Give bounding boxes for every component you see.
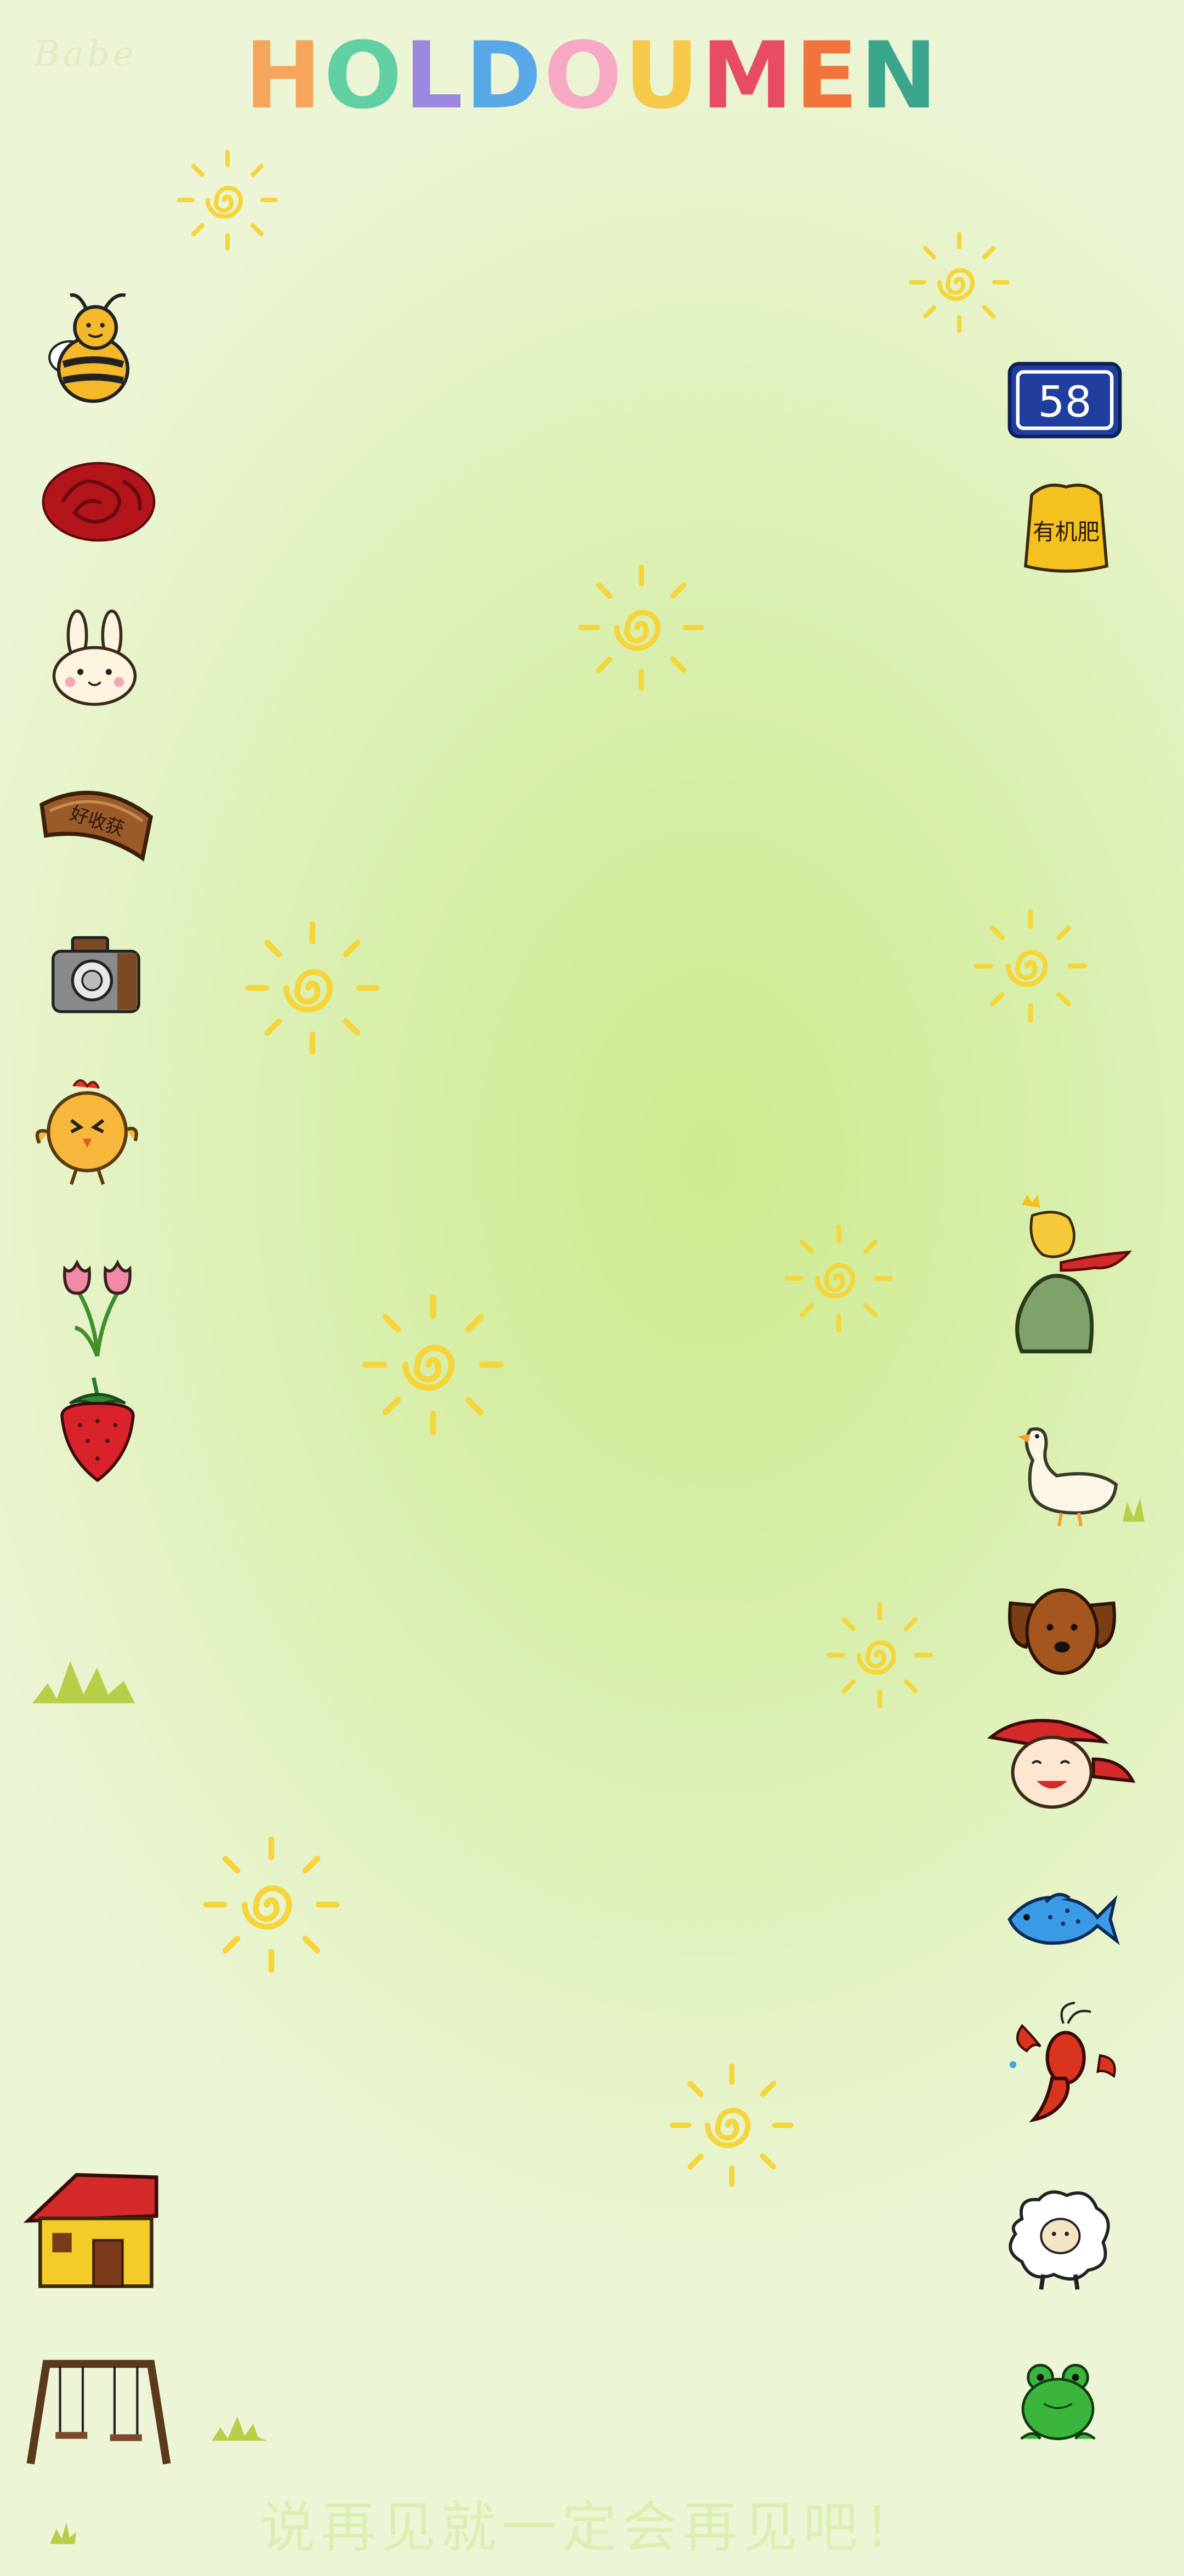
- little-prince-icon[interactable]: [1003, 1189, 1135, 1359]
- fish-icon[interactable]: [1003, 1880, 1121, 1957]
- title-letter: N: [860, 22, 940, 129]
- title-letter: D: [465, 22, 544, 129]
- number-badge-icon[interactable]: 58: [1006, 359, 1124, 441]
- house-icon[interactable]: [21, 2165, 166, 2294]
- sun-icon: [170, 145, 285, 255]
- sun-icon: [902, 227, 1017, 337]
- fertilizer-bag-icon[interactable]: 有机肥: [1014, 477, 1118, 578]
- chick-icon[interactable]: [16, 1074, 153, 1189]
- bee-icon[interactable]: [36, 285, 151, 414]
- title-letter: H: [244, 22, 324, 129]
- app-title: HOLDOUMEN: [0, 22, 1184, 129]
- sun-icon: [661, 2058, 803, 2192]
- wood-plaque-icon[interactable]: 好收获: [36, 773, 159, 871]
- title-letter: O: [323, 22, 405, 129]
- goose-icon[interactable]: [1009, 1420, 1151, 1532]
- swing-icon[interactable]: [19, 2354, 178, 2469]
- sun-icon: [778, 1219, 899, 1337]
- tulip-icon[interactable]: [47, 1247, 148, 1362]
- title-letter: M: [701, 22, 795, 129]
- sun-icon: [189, 1831, 354, 1979]
- sun-icon: [817, 1598, 943, 1713]
- title-letter: L: [404, 22, 465, 129]
- fertilizer-label: 有机肥: [1033, 519, 1100, 545]
- grass-tuft-icon: [27, 1650, 140, 1710]
- title-letter: U: [624, 22, 702, 129]
- footer-text: 说再见就一定会再见吧！: [260, 2495, 924, 2560]
- badge-number: 58: [1038, 378, 1091, 427]
- sun-icon: [351, 1288, 515, 1441]
- frog-icon[interactable]: [1014, 2357, 1102, 2447]
- sheep-icon[interactable]: [1000, 2187, 1118, 2294]
- title-letter: O: [544, 22, 624, 129]
- rose-icon[interactable]: [38, 459, 159, 544]
- sun-icon: [570, 559, 713, 696]
- strawberry-icon[interactable]: [48, 1373, 147, 1488]
- crayfish-icon[interactable]: [1003, 2001, 1124, 2127]
- grandpa-icon[interactable]: [984, 1716, 1137, 1811]
- camera-icon[interactable]: [47, 932, 145, 1019]
- grass-tuft-icon: [208, 2412, 271, 2444]
- sun-icon: [236, 915, 389, 1061]
- title-letter: E: [795, 22, 861, 129]
- bunny-icon[interactable]: [44, 606, 145, 710]
- sun-icon: [965, 904, 1096, 1028]
- dog-icon[interactable]: [1000, 1581, 1124, 1680]
